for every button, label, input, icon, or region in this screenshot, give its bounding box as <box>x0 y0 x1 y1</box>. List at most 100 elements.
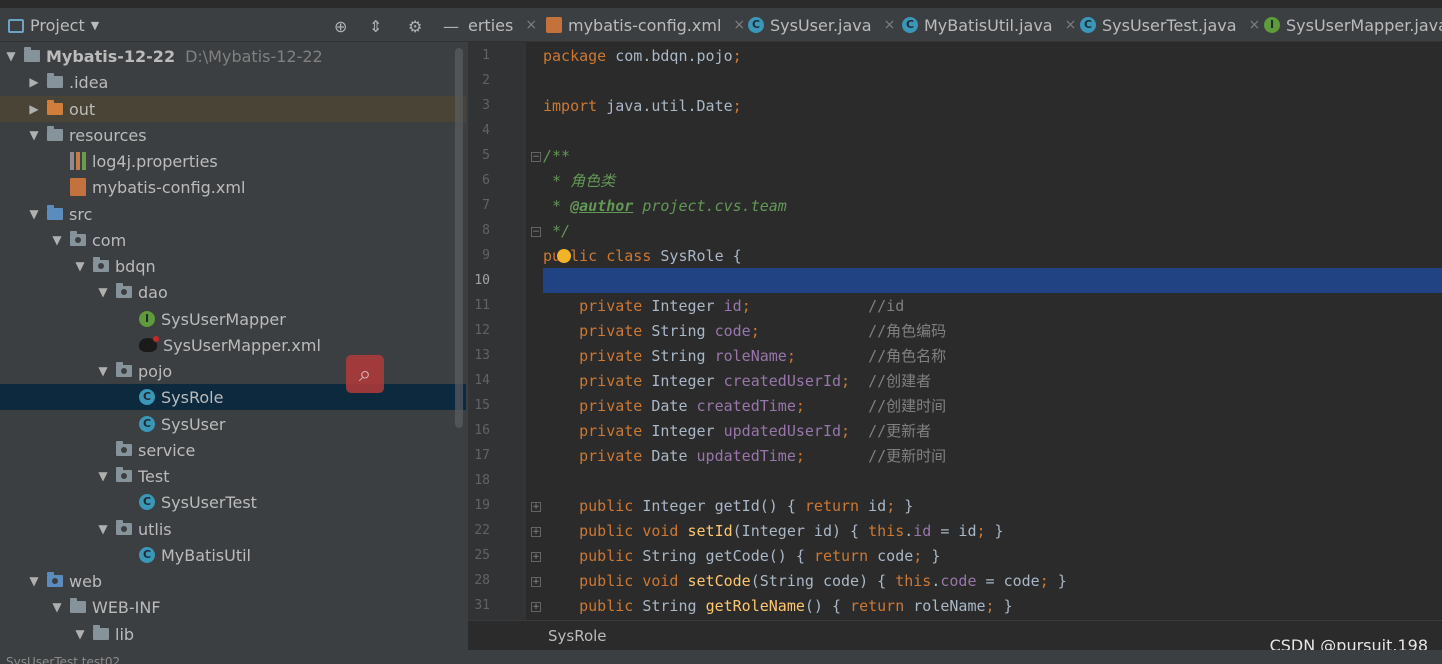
code-line[interactable]: package com.bdqn.pojo; <box>543 44 742 69</box>
expand-arrow-icon[interactable]: ▼ <box>50 600 64 614</box>
close-icon[interactable]: × <box>884 17 896 33</box>
gear-icon[interactable]: ⚙ <box>408 17 422 36</box>
folder-icon <box>70 598 86 613</box>
code-line[interactable]: * 角色类 <box>543 169 615 194</box>
collapse-all-icon[interactable]: ⇕ <box>369 17 382 36</box>
search-icon[interactable]: ⌕ <box>346 355 384 393</box>
fold-toggle-icon[interactable]: + <box>531 602 541 612</box>
tree-node[interactable]: mybatis-config.xml <box>0 174 466 200</box>
code-line[interactable]: private Date updatedTime; //更新时间 <box>543 444 946 469</box>
editor-tab[interactable]: C MyBatisUtil.java × <box>902 8 1077 41</box>
tree-node[interactable]: SysUserMapper.xml <box>0 332 466 358</box>
code-line[interactable]: private Integer updatedUserId; //更新者 <box>543 419 931 444</box>
collapse-arrow-icon[interactable]: ▶ <box>27 102 41 116</box>
expand-arrow-icon[interactable]: ▼ <box>96 285 110 299</box>
close-icon[interactable]: × <box>1249 17 1261 33</box>
xml-file-icon <box>70 178 86 196</box>
fold-toggle-icon[interactable]: + <box>531 527 541 537</box>
code-line[interactable]: private Integer id; //id <box>543 294 904 319</box>
editor-tab-bar: erties × mybatis-config.xml × C SysUser.java ×… <box>468 8 1442 42</box>
code-line[interactable]: public void setId(Integer id) { this.id … <box>543 519 1003 544</box>
locate-icon[interactable]: ⊕ <box>334 17 347 36</box>
line-number: 31 <box>474 598 490 613</box>
fold-toggle-icon[interactable]: + <box>531 552 541 562</box>
tree-node[interactable]: ▼ src <box>0 201 466 227</box>
breadcrumb-class[interactable]: SysRole <box>548 627 607 645</box>
tree-node[interactable]: C SysUser <box>0 411 466 437</box>
fold-toggle-icon[interactable]: + <box>531 577 541 587</box>
project-view-selector[interactable]: Project ▼ <box>8 16 99 35</box>
editor-tab[interactable]: mybatis-config.xml × <box>546 8 745 41</box>
chevron-down-icon: ▼ <box>90 19 100 32</box>
tree-node[interactable]: ▼ bdqn <box>0 253 466 279</box>
folder-icon <box>47 73 63 88</box>
expand-arrow-icon[interactable]: ▼ <box>50 233 64 247</box>
fold-toggle-icon[interactable]: − <box>531 152 541 162</box>
tree-node[interactable]: ▼ Test <box>0 463 466 489</box>
tree-node[interactable]: ▼ Mybatis-12-22 D:\Mybatis-12-22 <box>0 43 466 69</box>
close-icon[interactable]: × <box>1065 17 1077 33</box>
code-line[interactable]: /** <box>543 144 570 169</box>
code-line[interactable]: public class SysRole { <box>543 244 742 269</box>
close-icon[interactable]: × <box>525 17 537 33</box>
hide-panel-icon[interactable]: — <box>443 17 459 36</box>
fold-toggle-icon[interactable]: − <box>531 227 541 237</box>
lightbulb-icon[interactable] <box>557 249 571 263</box>
code-line[interactable]: private String roleName; //角色名称 <box>543 344 946 369</box>
tree-node[interactable]: log4j.properties <box>0 148 466 174</box>
tree-node[interactable]: ▶ out <box>0 96 466 122</box>
code-line[interactable]: */ <box>543 219 570 244</box>
tree-node[interactable]: ▼ pojo <box>0 358 466 384</box>
expand-arrow-icon[interactable]: ▼ <box>73 627 87 641</box>
tree-node[interactable]: ▼ com <box>0 227 466 253</box>
code-line[interactable]: private Date createdTime; //创建时间 <box>543 394 946 419</box>
tree-node-label: src <box>69 204 93 224</box>
line-number: 1 <box>482 48 490 63</box>
tree-node[interactable]: ▼ WEB-INF <box>0 594 466 620</box>
tree-scrollbar[interactable] <box>455 48 463 428</box>
tree-node[interactable]: ▼ lib <box>0 621 466 647</box>
editor-tab[interactable]: C SysUser.java × <box>748 8 896 41</box>
tree-node[interactable]: C MyBatisUtil <box>0 542 466 568</box>
expand-arrow-icon[interactable]: ▼ <box>27 128 41 142</box>
expand-arrow-icon[interactable]: ▼ <box>27 574 41 588</box>
expand-arrow-icon[interactable]: ▼ <box>96 469 110 483</box>
code-line[interactable]: public String getCode() { return code; } <box>543 544 940 569</box>
code-line[interactable]: public String getRoleName() { return rol… <box>543 594 1013 619</box>
tree-node-label: MyBatisUtil <box>161 545 251 565</box>
tree-node[interactable]: ▼ web <box>0 568 466 594</box>
tree-node[interactable]: ▼ dao <box>0 279 466 305</box>
line-number: 5 <box>482 148 490 163</box>
tree-node[interactable]: C SysRole <box>0 384 466 410</box>
tree-node-label: log4j.properties <box>92 151 218 171</box>
tree-node-path: D:\Mybatis-12-22 <box>185 46 323 66</box>
code-line[interactable]: public Integer getId() { return id; } <box>543 494 913 519</box>
line-number: 14 <box>474 373 490 388</box>
code-line[interactable]: private String code; //角色编码 <box>543 319 946 344</box>
tree-node-label: SysUserTest <box>161 492 257 512</box>
expand-arrow-icon[interactable]: ▼ <box>4 49 18 63</box>
code-line[interactable]: public void setCode(String code) { this.… <box>543 569 1067 594</box>
line-number: 4 <box>482 123 490 138</box>
code-line[interactable]: private Integer createdUserId; //创建者 <box>543 369 931 394</box>
tree-node[interactable]: I SysUserMapper <box>0 306 466 332</box>
expand-arrow-icon[interactable]: ▼ <box>27 207 41 221</box>
code-line[interactable]: import java.util.Date; <box>543 94 742 119</box>
editor-tab[interactable]: C SysUserTest.java × <box>1080 8 1261 41</box>
tree-node[interactable]: service <box>0 437 466 463</box>
expand-arrow-icon[interactable]: ▼ <box>73 259 87 273</box>
collapse-arrow-icon[interactable]: ▶ <box>27 75 41 89</box>
editor-tab[interactable]: erties × <box>468 8 537 41</box>
tree-node[interactable]: C SysUserTest <box>0 489 466 515</box>
code-line[interactable]: * @author project.cvs.team <box>543 194 787 219</box>
tree-node[interactable]: ▼ utlis <box>0 516 466 542</box>
fold-toggle-icon[interactable]: + <box>531 502 541 512</box>
tree-node[interactable]: ▶ .idea <box>0 69 466 95</box>
tree-node[interactable]: ▼ resources <box>0 122 466 148</box>
expand-arrow-icon[interactable]: ▼ <box>96 522 110 536</box>
editor-tab[interactable]: I SysUserMapper.java <box>1264 8 1442 41</box>
ide-window: Project ▼ ⊕ ⇕ ⚙ — ▼ Mybatis-12-22 D:\Mybat… <box>0 0 1442 664</box>
expand-arrow-icon[interactable]: ▼ <box>96 364 110 378</box>
code-editor[interactable]: 1 2 3 4 5 6 7 8 9 10 11 12 13 14 15 16 17 18 19 22 25 28 31 pa… <box>468 42 1442 620</box>
close-icon[interactable]: × <box>733 17 745 33</box>
